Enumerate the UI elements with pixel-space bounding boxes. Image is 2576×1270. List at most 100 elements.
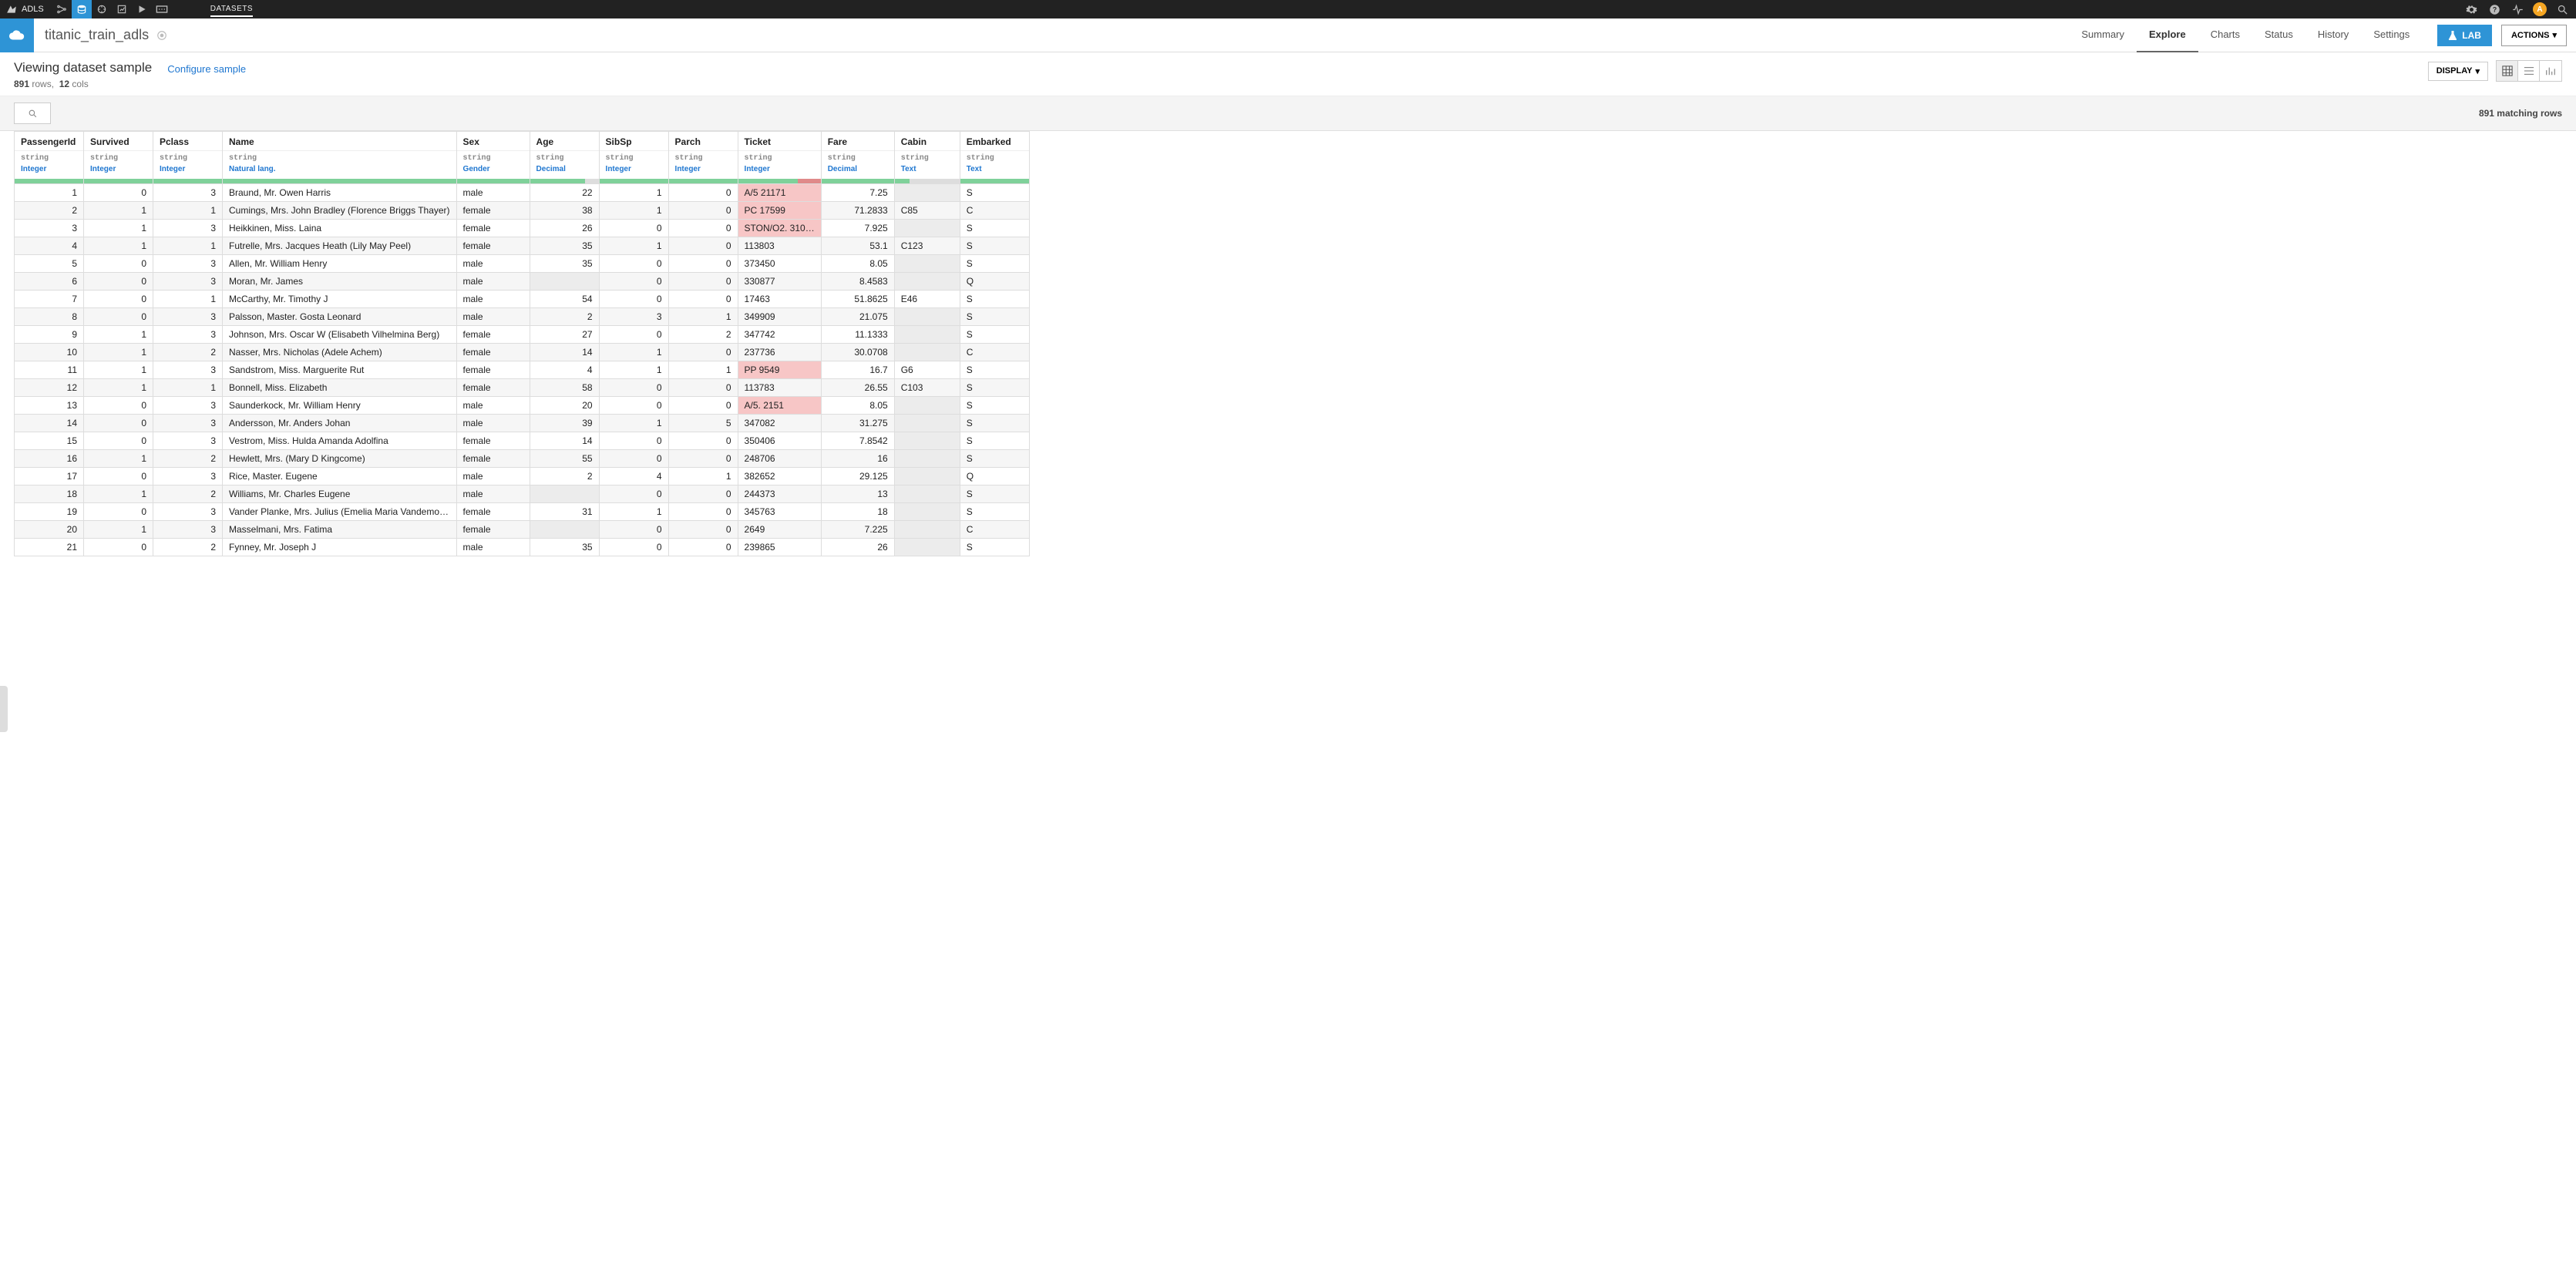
table-cell[interactable]: 17 [15,468,84,485]
table-cell[interactable]: 1 [668,468,738,485]
table-cell[interactable]: 3 [153,521,223,539]
table-row[interactable]: 1612Hewlett, Mrs. (Mary D Kingcome)femal… [15,450,1030,468]
table-cell[interactable]: 0 [668,202,738,220]
table-cell[interactable] [894,397,960,415]
meaning-selector[interactable]: Integer [675,164,731,175]
table-cell[interactable]: McCarthy, Mr. Timothy J [223,291,457,308]
table-cell[interactable]: 35 [530,539,599,556]
table-cell[interactable]: 0 [84,291,153,308]
table-cell[interactable]: 244373 [738,485,821,503]
table-cell[interactable]: 0 [599,521,668,539]
column-header-sibsp[interactable]: SibSpstringInteger [599,132,668,184]
table-cell[interactable]: 382652 [738,468,821,485]
table-cell[interactable]: 0 [668,273,738,291]
table-cell[interactable]: E46 [894,291,960,308]
table-cell[interactable]: S [960,450,1029,468]
table-cell[interactable]: S [960,220,1029,237]
table-cell[interactable]: 3 [153,432,223,450]
table-cell[interactable]: 3 [599,308,668,326]
table-cell[interactable]: 1 [84,450,153,468]
table-cell[interactable]: Braund, Mr. Owen Harris [223,184,457,202]
app-logo-icon[interactable] [6,4,17,15]
table-cell[interactable]: 15 [15,432,84,450]
table-cell[interactable]: 1 [599,237,668,255]
table-cell[interactable]: 3 [153,503,223,521]
table-cell[interactable]: S [960,432,1029,450]
table-cell[interactable]: C [960,202,1029,220]
table-cell[interactable] [530,485,599,503]
table-cell[interactable]: 21.075 [821,308,894,326]
table-cell[interactable]: 1 [84,237,153,255]
table-cell[interactable]: Rice, Master. Eugene [223,468,457,485]
table-cell[interactable]: 30.0708 [821,344,894,361]
table-cell[interactable]: 0 [84,397,153,415]
table-cell[interactable]: 2 [530,308,599,326]
table-cell[interactable]: male [456,468,530,485]
table-cell[interactable]: 113803 [738,237,821,255]
table-cell[interactable]: G6 [894,361,960,379]
table-row[interactable]: 503Allen, Mr. William Henrymale350037345… [15,255,1030,273]
table-row[interactable]: 701McCarthy, Mr. Timothy Jmale5400174635… [15,291,1030,308]
table-cell[interactable]: 0 [84,415,153,432]
column-header-sex[interactable]: SexstringGender [456,132,530,184]
table-cell[interactable]: 12 [15,379,84,397]
table-cell[interactable]: female [456,361,530,379]
table-cell[interactable] [894,468,960,485]
table-cell[interactable]: 0 [668,397,738,415]
table-cell[interactable]: 0 [84,468,153,485]
table-cell[interactable]: 2 [15,202,84,220]
table-cell[interactable]: 1 [84,202,153,220]
table-row[interactable]: 211Cumings, Mrs. John Bradley (Florence … [15,202,1030,220]
table-row[interactable]: 913Johnson, Mrs. Oscar W (Elisabeth Vilh… [15,326,1030,344]
table-cell[interactable]: 0 [599,273,668,291]
table-cell[interactable]: 0 [668,432,738,450]
table-cell[interactable]: 0 [84,308,153,326]
table-row[interactable]: 803Palsson, Master. Gosta Leonardmale231… [15,308,1030,326]
meaning-selector[interactable]: Integer [745,164,815,175]
table-cell[interactable]: 54 [530,291,599,308]
help-icon[interactable]: ? [2487,0,2502,18]
table-cell[interactable]: S [960,503,1029,521]
table-cell[interactable]: 1 [599,503,668,521]
table-cell[interactable]: 21 [15,539,84,556]
table-row[interactable]: 1703Rice, Master. Eugenemale24138265229.… [15,468,1030,485]
table-cell[interactable] [894,255,960,273]
table-row[interactable]: 2013Masselmani, Mrs. Fatimafemale0026497… [15,521,1030,539]
table-cell[interactable]: female [456,326,530,344]
table-cell[interactable]: 55 [530,450,599,468]
table-cell[interactable]: 1 [668,308,738,326]
table-cell[interactable]: 239865 [738,539,821,556]
table-cell[interactable]: S [960,539,1029,556]
table-row[interactable]: 1211Bonnell, Miss. Elizabethfemale580011… [15,379,1030,397]
table-cell[interactable]: 53.1 [821,237,894,255]
table-cell[interactable]: 8.4583 [821,273,894,291]
table-cell[interactable]: C103 [894,379,960,397]
table-cell[interactable]: 1 [15,184,84,202]
table-cell[interactable]: 0 [668,379,738,397]
view-columns-icon[interactable] [2518,61,2540,81]
table-cell[interactable]: female [456,503,530,521]
jobs-icon[interactable] [132,0,152,18]
table-cell[interactable]: 3 [153,308,223,326]
table-cell[interactable]: female [456,202,530,220]
table-cell[interactable]: 1 [153,237,223,255]
table-cell[interactable]: 0 [84,255,153,273]
table-cell[interactable]: 1 [599,202,668,220]
table-row[interactable]: 1403Andersson, Mr. Anders Johanmale39153… [15,415,1030,432]
table-cell[interactable]: 2 [668,326,738,344]
table-cell[interactable] [894,344,960,361]
table-cell[interactable]: 0 [84,503,153,521]
table-cell[interactable] [894,308,960,326]
table-cell[interactable] [530,521,599,539]
table-cell[interactable]: 22 [530,184,599,202]
view-table-icon[interactable] [2497,61,2518,81]
table-cell[interactable]: 0 [599,485,668,503]
table-cell[interactable]: Moran, Mr. James [223,273,457,291]
table-cell[interactable]: Futrelle, Mrs. Jacques Heath (Lily May P… [223,237,457,255]
tab-history[interactable]: History [2305,18,2361,52]
activity-icon[interactable] [2510,0,2525,18]
table-cell[interactable] [894,220,960,237]
more-icon[interactable] [152,0,172,18]
table-cell[interactable] [894,273,960,291]
table-cell[interactable]: 7 [15,291,84,308]
